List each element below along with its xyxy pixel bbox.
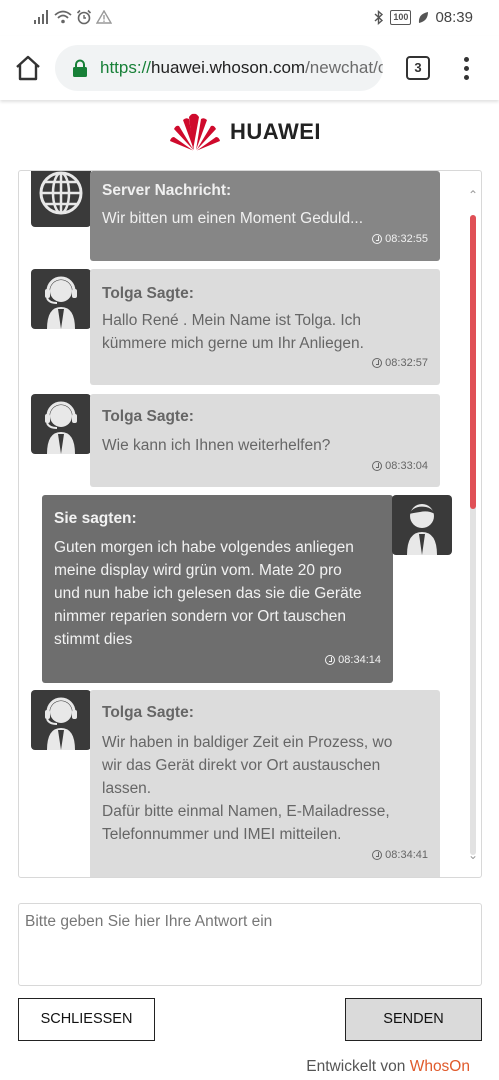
home-icon[interactable]: [14, 54, 42, 82]
wifi-icon: [54, 10, 72, 24]
user-avatar: [392, 495, 452, 555]
message-author: Sie sagten:: [54, 510, 137, 527]
message-author: Tolga Sagte:: [102, 704, 194, 721]
status-icons-right: 100 08:39: [374, 9, 473, 26]
clock-icon: [372, 461, 383, 471]
footer-prefix: Entwickelt von: [306, 1058, 410, 1075]
send-button[interactable]: SENDEN: [345, 998, 482, 1041]
timestamp-text: 08:34:41: [385, 849, 428, 861]
leaf-icon: [419, 11, 429, 23]
huawei-flower-icon: [170, 113, 220, 151]
agent-avatar: [31, 690, 91, 750]
message-server: Server Nachricht: Wir bitten um einen Mo…: [90, 171, 440, 261]
headset-agent-icon: [45, 697, 77, 750]
scroll-down-icon[interactable]: ⌄: [467, 849, 479, 861]
clock-icon: [372, 358, 383, 368]
tab-switcher-button[interactable]: 3: [406, 56, 430, 80]
clock-icon: [372, 850, 383, 860]
lock-icon: [73, 59, 87, 77]
url-protocol: https://: [100, 58, 152, 77]
address-bar[interactable]: https://huawei.whoson.com/newchat/c: [55, 45, 383, 91]
agent-avatar: [31, 269, 91, 329]
message-agent: Tolga Sagte: Wir haben in baldiger Zeit …: [90, 690, 440, 877]
timestamp-text: 08:34:14: [338, 654, 381, 666]
scroll-up-icon[interactable]: ⌃: [467, 189, 479, 201]
message-user: Sie sagten: Guten morgen ich habe volgen…: [42, 495, 393, 683]
message-text: Wir haben in baldiger Zeit ein Prozess, …: [102, 734, 393, 843]
scrollbar-thumb[interactable]: [470, 215, 476, 510]
message-text: Wie kann ich Ihnen weiterhelfen?: [102, 437, 331, 454]
globe-avatar: [31, 171, 91, 227]
timestamp-text: 08:32:57: [385, 357, 428, 369]
message-agent: Tolga Sagte: Hallo René . Mein Name ist …: [90, 269, 440, 385]
message-timestamp: 08:32:55: [372, 233, 428, 245]
chat-transcript[interactable]: Server Nachricht: Wir bitten um einen Mo…: [18, 170, 482, 878]
bluetooth-icon: [374, 10, 384, 25]
headset-agent-icon: [45, 401, 77, 454]
logo-text: HUAWEI: [230, 119, 321, 144]
globe-icon: [39, 171, 83, 215]
battery-icon: 100: [390, 10, 412, 25]
message-author: Server Nachricht:: [102, 182, 232, 199]
headset-agent-icon: [45, 276, 77, 329]
user-icon: [407, 504, 437, 555]
message-timestamp: 08:34:41: [372, 849, 428, 861]
message-author: Tolga Sagte:: [102, 285, 194, 302]
message-text: Guten morgen ich habe volgendes anliegen…: [54, 539, 362, 648]
alarm-icon: [76, 9, 92, 25]
timestamp-text: 08:33:04: [385, 460, 428, 472]
message-author: Tolga Sagte:: [102, 408, 194, 425]
whoson-link[interactable]: WhosOn: [410, 1058, 470, 1075]
status-bar: 100 08:39: [0, 0, 499, 36]
overflow-menu-icon[interactable]: [457, 54, 475, 82]
agent-avatar: [31, 394, 91, 454]
message-text: Hallo René . Mein Name ist Tolga. Ich kü…: [102, 312, 364, 352]
chat-scrollbar[interactable]: ⌃ ⌄: [467, 189, 479, 861]
message-agent: Tolga Sagte: Wie kann ich Ihnen weiterhe…: [90, 394, 440, 487]
footer-credit: Entwickelt von WhosOn: [306, 1058, 470, 1076]
browser-toolbar: https://huawei.whoson.com/newchat/c 3: [0, 36, 499, 100]
url-host: huawei.whoson.com: [151, 58, 306, 77]
close-button[interactable]: SCHLIESSEN: [18, 998, 155, 1041]
url-path: /newchat/c: [305, 58, 383, 77]
message-timestamp: 08:34:14: [325, 654, 381, 666]
clock-time: 08:39: [435, 9, 473, 26]
timestamp-text: 08:32:55: [385, 233, 428, 245]
clock-icon: [325, 655, 336, 665]
signal-icon: [34, 10, 48, 24]
clock-icon: [372, 234, 383, 244]
url-text: https://huawei.whoson.com/newchat/c: [100, 58, 383, 78]
message-timestamp: 08:32:57: [372, 357, 428, 369]
huawei-logo: HUAWEI: [170, 112, 321, 152]
message-timestamp: 08:33:04: [372, 460, 428, 472]
scrollbar-track[interactable]: [470, 215, 476, 855]
reply-input[interactable]: [18, 903, 482, 986]
warning-icon: [96, 10, 112, 24]
status-icons-left: [34, 9, 112, 25]
message-text: Wir bitten um einen Moment Geduld...: [102, 210, 364, 227]
